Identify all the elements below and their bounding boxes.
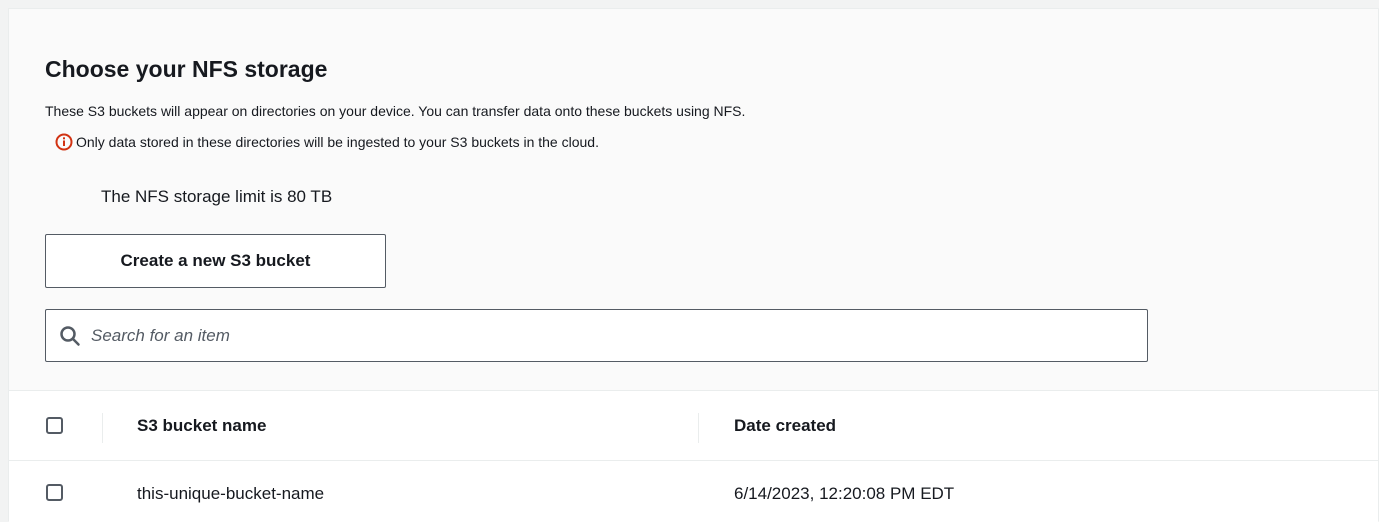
warning-message: Only data stored in these directories wi… — [55, 133, 599, 151]
column-header-date-created[interactable]: Date created — [734, 416, 836, 436]
date-created-cell: 6/14/2023, 12:20:08 PM EDT — [734, 484, 955, 503]
search-icon — [60, 325, 80, 346]
warning-text: Only data stored in these directories wi… — [76, 134, 599, 150]
row-checkbox[interactable] — [46, 484, 63, 501]
panel-header: Choose your NFS storage These S3 buckets… — [9, 9, 1378, 391]
info-circle-icon — [55, 133, 73, 151]
bucket-name-cell: this-unique-bucket-name — [137, 484, 325, 503]
column-header-bucket-name[interactable]: S3 bucket name — [137, 416, 266, 436]
column-divider — [102, 413, 103, 443]
table-header: S3 bucket name Date created — [9, 391, 1378, 461]
search-input[interactable] — [91, 325, 1091, 346]
storage-limit-text: The NFS storage limit is 80 TB — [101, 187, 333, 206]
select-all-checkbox[interactable] — [46, 417, 63, 434]
column-divider — [698, 413, 699, 443]
search-field[interactable] — [45, 309, 1148, 362]
create-bucket-button[interactable]: Create a new S3 bucket — [45, 234, 386, 288]
page-title: Choose your NFS storage — [45, 56, 328, 82]
table-row[interactable]: this-unique-bucket-name 6/14/2023, 12:20… — [9, 461, 1378, 522]
section-description: These S3 buckets will appear on director… — [45, 103, 746, 119]
nfs-storage-panel: Choose your NFS storage These S3 buckets… — [8, 8, 1379, 522]
